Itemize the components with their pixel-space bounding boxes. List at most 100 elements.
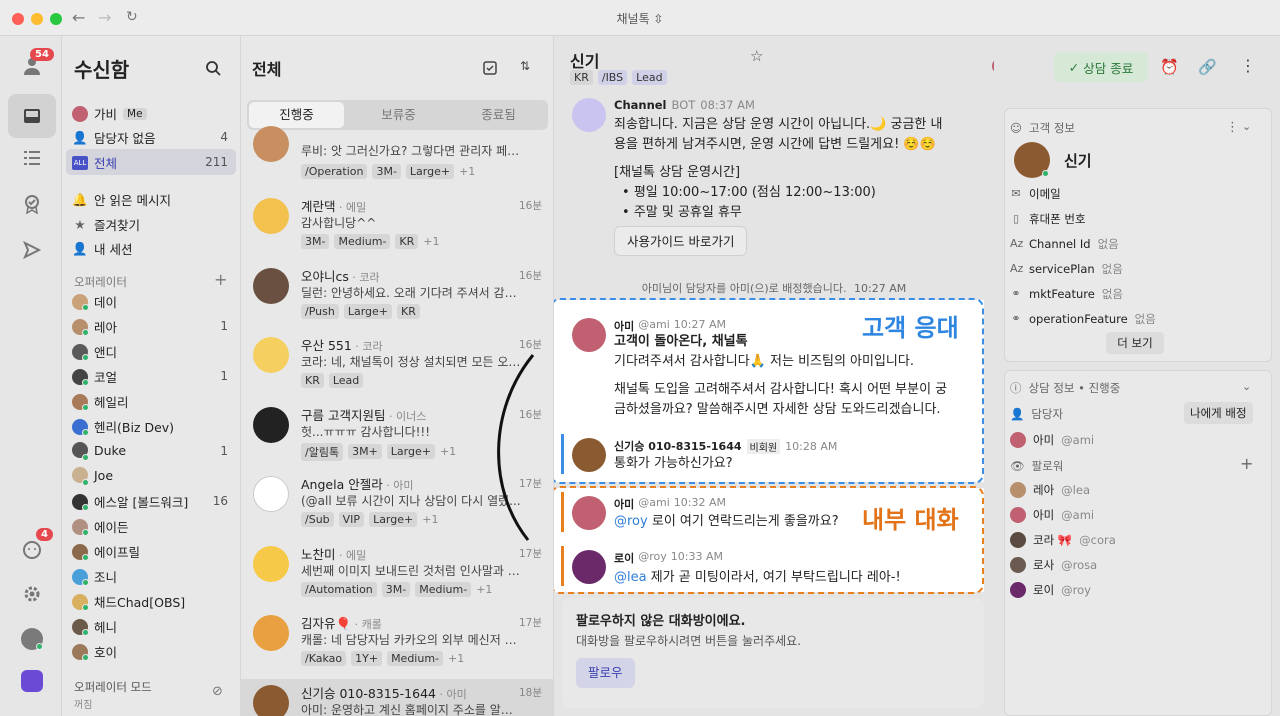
customer-field[interactable]: ⚭ mktFeature 없음	[1010, 286, 1123, 302]
conversation-item[interactable]: 신기승 010-8315-1644 · 아미 18분 아미: 운영하고 계신 홈페이…	[241, 678, 553, 716]
section-title: 고객 정보	[1029, 121, 1075, 135]
conversation-tag: /Kakao	[301, 651, 347, 666]
conversation-preview: 감사합니당^^	[301, 216, 377, 230]
conversation-tag: Medium-	[415, 581, 472, 597]
operator-item[interactable]: 채드Chad[OBS]	[72, 592, 185, 611]
assignee-row[interactable]: 아미 @ami	[1010, 432, 1094, 448]
customer-name: 오야니cs	[301, 268, 349, 284]
person-handle: @lea	[1061, 483, 1090, 497]
conversation-tag: Large+	[343, 303, 392, 319]
customer-field[interactable]: Az Channel Id 없음	[1010, 236, 1119, 252]
customer-field[interactable]: Az servicePlan 없음	[1010, 261, 1123, 277]
chat-tag[interactable]: Lead	[632, 70, 667, 85]
mention[interactable]: @roy	[614, 514, 648, 529]
tab-in-progress[interactable]: 진행중	[249, 102, 344, 128]
end-chat-button[interactable]: ✓ 상담 종료	[1054, 52, 1148, 82]
follower-row[interactable]: 레아 @lea	[1010, 482, 1090, 498]
checkbox-icon[interactable]	[483, 61, 497, 75]
sidebar-item-all[interactable]: ALL 전체	[72, 153, 117, 172]
chevron-down-icon[interactable]: ⌄	[1242, 120, 1251, 133]
conversation-tags: /Push Large+ KR	[301, 303, 420, 319]
sort-icon[interactable]: ⇅	[520, 59, 530, 73]
conversation-item[interactable]: 노찬미 · 에밀 17분 세번째 이미지 보내드린 것처럼 인사말과 상.../Au…	[241, 540, 553, 610]
star-icon[interactable]: ☆	[750, 47, 763, 65]
sidebar-item-my-sessions[interactable]: 👤 내 세션	[72, 239, 132, 258]
add-follower-icon[interactable]: +	[1240, 454, 1253, 473]
online-indicator	[82, 504, 89, 511]
operator-mode-toggle-icon[interactable]: ⊘	[212, 684, 223, 699]
list-icon[interactable]	[18, 144, 46, 172]
assign-to-me-button[interactable]: 나에게 배정	[1184, 402, 1253, 424]
ami-avatar	[572, 318, 606, 352]
guide-button[interactable]: 사용가이드 바로가기	[614, 226, 748, 256]
chat-tag[interactable]: KR	[570, 70, 593, 85]
m3-message: @roy 로이 여기 연락드리는게 좋을까요?	[614, 512, 839, 532]
assignee-name: · 에밀	[335, 201, 367, 214]
online-indicator	[82, 329, 89, 336]
conversation-preview: 캐롤: 네 담당자님 카카오의 외부 메신저 정...	[301, 633, 521, 647]
conversation-item[interactable]: 계란댁 · 에밀 16분 감사합니당^^ 3M- Medium- KR +1	[241, 192, 553, 262]
follower-row[interactable]: 코라 🎀 @cora	[1010, 532, 1116, 548]
more-vertical-icon[interactable]: ⋮	[1226, 120, 1239, 135]
chevron-down-icon[interactable]: ⌄	[1242, 380, 1251, 393]
operator-item[interactable]: Joe	[72, 467, 113, 483]
search-icon[interactable]	[205, 60, 221, 76]
customer-field[interactable]: ▯ 휴대폰 번호	[1010, 211, 1093, 227]
window-title[interactable]: 채널톡 ⇳	[0, 10, 1280, 27]
operator-item[interactable]: 코얼	[72, 367, 117, 386]
gear-icon[interactable]	[18, 580, 46, 608]
operator-item[interactable]: 헤니	[72, 617, 117, 636]
inbox-nav[interactable]	[8, 94, 56, 138]
mention[interactable]: @lea	[614, 570, 647, 585]
operator-item[interactable]: Duke	[72, 442, 126, 458]
follower-row[interactable]: 로사 @rosa	[1010, 557, 1097, 573]
online-indicator	[82, 454, 89, 461]
field-icon: ✉	[1011, 187, 1021, 200]
link-icon[interactable]: 🔗	[1198, 58, 1217, 76]
operator-item[interactable]: 에스알 [볼드워크]	[72, 492, 188, 511]
customer-name: 노찬미	[301, 546, 336, 562]
conversation-avatar	[253, 267, 289, 304]
send-icon[interactable]	[18, 236, 46, 264]
customer-field[interactable]: ✉ 이메일	[1010, 186, 1068, 202]
field-icon: Az	[1010, 237, 1024, 250]
follow-button[interactable]: 팔로우	[576, 658, 635, 688]
m1-message: 고객이 돌아온다, 채널톡 기다려주셔서 감사합니다🙏 저는 비즈팀의 아미입니…	[614, 332, 974, 420]
badge-check-icon[interactable]	[18, 190, 46, 218]
operator-item[interactable]: 호이	[72, 642, 117, 661]
sidebar-item-me[interactable]: 가비 Me	[72, 104, 147, 123]
chat-tag[interactable]: /IBS	[597, 70, 628, 85]
conversation-item[interactable]: 오야니cs · 코라 16분 딜런: 안녕하세요. 오래 기다려 주셔서 감사...…	[241, 262, 553, 332]
operator-item[interactable]: 앤디	[72, 342, 117, 361]
show-more-button[interactable]: 더 보기	[1106, 332, 1164, 354]
avatar	[1010, 532, 1026, 548]
sidebar-title: 수신함	[74, 58, 130, 82]
operator-item[interactable]: 조니	[72, 567, 117, 586]
operator-item[interactable]: 데이	[72, 292, 117, 311]
follower-row[interactable]: 아미 @ami	[1010, 507, 1094, 523]
tab-on-hold[interactable]: 보류중	[351, 102, 446, 128]
tab-closed[interactable]: 종료됨	[451, 102, 546, 128]
customer-field[interactable]: ⚭ operationFeature 없음	[1010, 311, 1155, 327]
sidebar-item-unread[interactable]: 🔔 안 읽은 메시지	[72, 190, 171, 209]
more-vertical-icon[interactable]: ⋮	[1240, 56, 1256, 75]
message-bold: 고객이 돌아온다, 채널톡	[614, 334, 748, 349]
alarm-icon[interactable]: ⏰	[1160, 58, 1179, 76]
title-bar: ← → ↻ 채널톡 ⇳	[0, 0, 1280, 36]
online-indicator	[82, 304, 89, 311]
channel-logo-icon[interactable]	[21, 670, 43, 692]
chat-title: 신기	[570, 52, 600, 71]
conversation-item[interactable]: 김자유🎈 · 캐롤 17분 캐롤: 네 담당자님 카카오의 외부 메신저 정... /…	[241, 609, 553, 679]
follower-row[interactable]: 로이 @roy	[1010, 582, 1091, 598]
field-icon: Az	[1010, 262, 1024, 275]
conversation-avatar	[253, 406, 289, 443]
sidebar-item-favorites[interactable]: ★ 즐겨찾기	[72, 215, 140, 234]
person-icon: 👤	[1010, 407, 1025, 421]
operator-item[interactable]: 레아	[72, 317, 117, 336]
operator-item[interactable]: 에이든	[72, 517, 129, 536]
sidebar-item-label: 안 읽은 메시지	[94, 193, 171, 208]
add-operator-icon[interactable]: +	[214, 270, 227, 289]
follow-desc: 대화방을 팔로우하시려면 버튼을 눌러주세요.	[576, 634, 802, 648]
sidebar-item-unassigned[interactable]: 👤 담당자 없음	[72, 128, 155, 147]
operator-item[interactable]: 헤일리	[72, 392, 129, 411]
